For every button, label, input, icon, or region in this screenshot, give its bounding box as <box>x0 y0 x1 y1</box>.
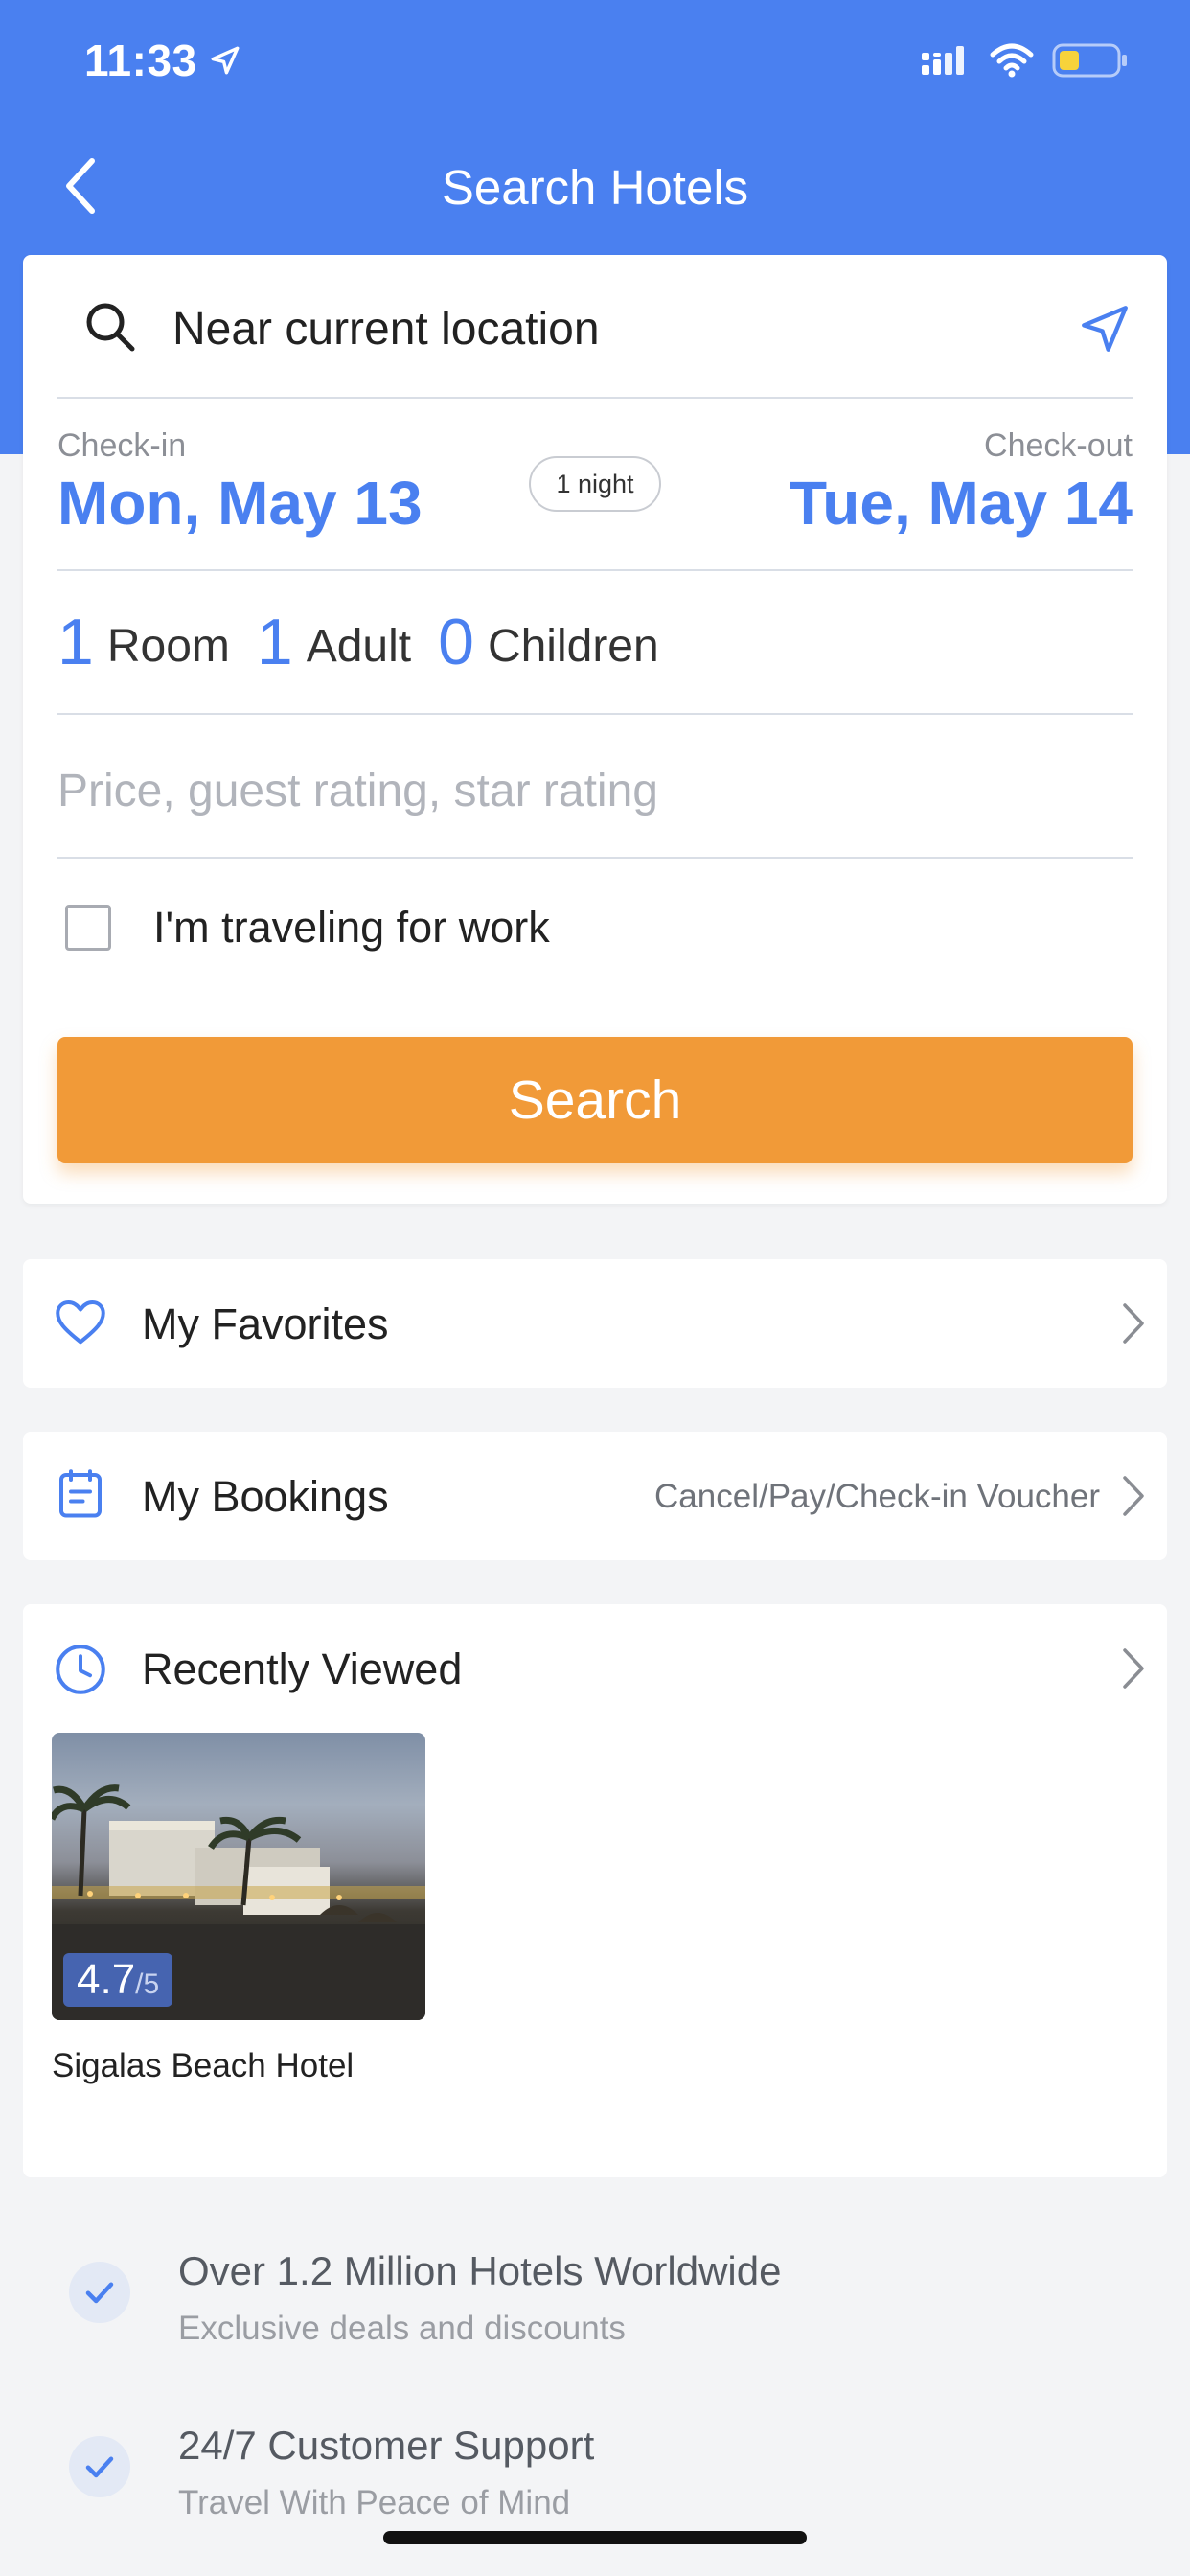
work-travel-option[interactable]: I'm traveling for work <box>57 859 1133 983</box>
home-indicator[interactable] <box>383 2531 807 2544</box>
date-selector[interactable]: Check-in Mon, May 13 1 night Check-out T… <box>57 399 1133 571</box>
recently-viewed-label[interactable]: Recently Viewed <box>142 1644 462 1694</box>
bookings-subtext: Cancel/Pay/Check-in Voucher <box>654 1478 1100 1515</box>
rating-max: /5 <box>135 1968 160 2000</box>
feature-item: Over 1.2 Million Hotels Worldwide Exclus… <box>69 2242 1123 2358</box>
hotel-name[interactable]: Sigalas Beach Hotel <box>52 2047 354 2085</box>
favorites-label: My Favorites <box>142 1300 389 1348</box>
signal-icon <box>920 44 972 81</box>
chevron-right-icon <box>1119 1474 1148 1523</box>
chevron-right-icon[interactable] <box>1119 1646 1148 1695</box>
guests-selector[interactable]: 1 Room 1 Adult 0 Children <box>57 571 1133 715</box>
location-value: Near current location <box>172 304 600 355</box>
chevron-right-icon <box>1119 1301 1148 1350</box>
location-arrow-icon <box>209 44 241 81</box>
clock-icon <box>52 1641 109 1703</box>
rating-badge: 4.7 /5 <box>63 1953 173 2007</box>
favorites-row[interactable]: My Favorites <box>23 1259 1167 1388</box>
work-checkbox[interactable] <box>65 905 111 951</box>
page-title: Search Hotels <box>441 160 749 215</box>
children-count: 0 <box>438 606 474 678</box>
feature-subtitle: Exclusive deals and discounts <box>178 2310 626 2347</box>
recently-viewed-section: Recently Viewed 4.7 /5 Sigalas Beach Hot… <box>23 1604 1167 2177</box>
checkout-label: Check-out <box>984 427 1133 464</box>
feature-subtitle: Travel With Peace of Mind <box>178 2484 571 2521</box>
filter-field[interactable]: Price, guest rating, star rating <box>57 715 1133 859</box>
adults-count: 1 <box>256 606 293 678</box>
children-label: Children <box>487 620 659 672</box>
wifi-icon <box>989 43 1035 82</box>
bookings-row[interactable]: My Bookings Cancel/Pay/Check-in Voucher <box>23 1432 1167 1560</box>
bookings-label: My Bookings <box>142 1472 389 1521</box>
checkout-date[interactable]: Tue, May 14 <box>790 468 1133 539</box>
hotel-thumbnail[interactable]: 4.7 /5 <box>52 1733 425 2020</box>
status-bar: 11:33 <box>0 0 1190 134</box>
search-icon <box>82 299 138 359</box>
calendar-icon <box>52 1465 109 1528</box>
checkin-date[interactable]: Mon, May 13 <box>57 468 423 539</box>
battery-icon <box>1052 42 1129 83</box>
feature-title: Over 1.2 Million Hotels Worldwide <box>178 2248 782 2293</box>
rooms-count: 1 <box>57 606 94 678</box>
rating-value: 4.7 <box>77 1956 136 2003</box>
search-button[interactable]: Search <box>57 1037 1133 1163</box>
checkmark-icon <box>69 2436 130 2497</box>
feature-item: 24/7 Customer Support Travel With Peace … <box>69 2417 1123 2532</box>
nights-badge: 1 night <box>529 456 661 512</box>
rooms-label: Room <box>106 620 230 672</box>
adults-label: Adult <box>306 620 412 672</box>
heart-icon <box>52 1293 109 1355</box>
status-time: 11:33 <box>84 35 197 85</box>
current-location-icon[interactable] <box>1077 301 1133 361</box>
filter-placeholder: Price, guest rating, star rating <box>57 766 658 816</box>
work-checkbox-label: I'm traveling for work <box>153 903 550 952</box>
search-card: Near current location Check-in Mon, May … <box>23 255 1167 1204</box>
status-indicators <box>920 42 1129 83</box>
checkin-label: Check-in <box>57 427 187 464</box>
location-field[interactable]: Near current location <box>57 255 1133 399</box>
checkmark-icon <box>69 2262 130 2323</box>
feature-title: 24/7 Customer Support <box>178 2423 595 2468</box>
